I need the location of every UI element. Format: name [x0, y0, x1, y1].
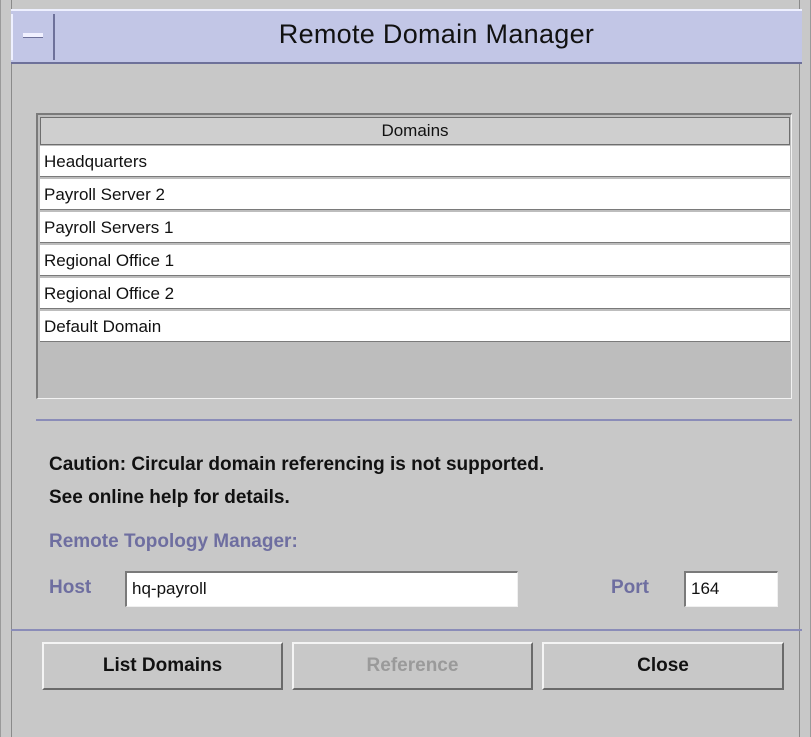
domains-list: Headquarters Payroll Server 2 Payroll Se…: [40, 146, 790, 344]
caution-line-1: Caution: Circular domain referencing is …: [49, 454, 545, 475]
divider: [36, 419, 792, 421]
title-bar[interactable]: Remote Domain Manager: [11, 9, 802, 64]
port-label: Port: [611, 577, 649, 598]
window-title: Remote Domain Manager: [278, 19, 595, 49]
frame-right-edge: [799, 0, 800, 737]
table-row[interactable]: Regional Office 2: [40, 278, 790, 309]
host-label: Host: [49, 577, 92, 598]
reference-button[interactable]: Reference: [292, 642, 533, 690]
divider: [11, 629, 802, 631]
caution-line-2: See online help for details.: [49, 487, 290, 508]
close-button[interactable]: Close: [542, 642, 784, 690]
domains-table: Domains Headquarters Payroll Server 2 Pa…: [36, 113, 792, 399]
list-domains-button[interactable]: List Domains: [42, 642, 283, 690]
frame-left-edge: [11, 0, 12, 737]
table-row[interactable]: Payroll Servers 1: [40, 212, 790, 243]
window-menu-button[interactable]: [11, 14, 55, 60]
window-frame: Remote Domain Manager Domains Headquarte…: [0, 0, 811, 737]
port-input[interactable]: 164: [684, 571, 778, 607]
table-row[interactable]: Headquarters: [40, 146, 790, 177]
table-row[interactable]: Default Domain: [40, 311, 790, 342]
caution-message: Caution: Circular domain referencing is …: [49, 448, 789, 514]
table-row[interactable]: Regional Office 1: [40, 245, 790, 276]
remote-topology-manager-label: Remote Topology Manager:: [49, 531, 298, 552]
window-menu-icon: [23, 33, 43, 38]
domains-column-header[interactable]: Domains: [40, 117, 790, 145]
table-row[interactable]: Payroll Server 2: [40, 179, 790, 210]
host-input[interactable]: hq-payroll: [125, 571, 518, 607]
